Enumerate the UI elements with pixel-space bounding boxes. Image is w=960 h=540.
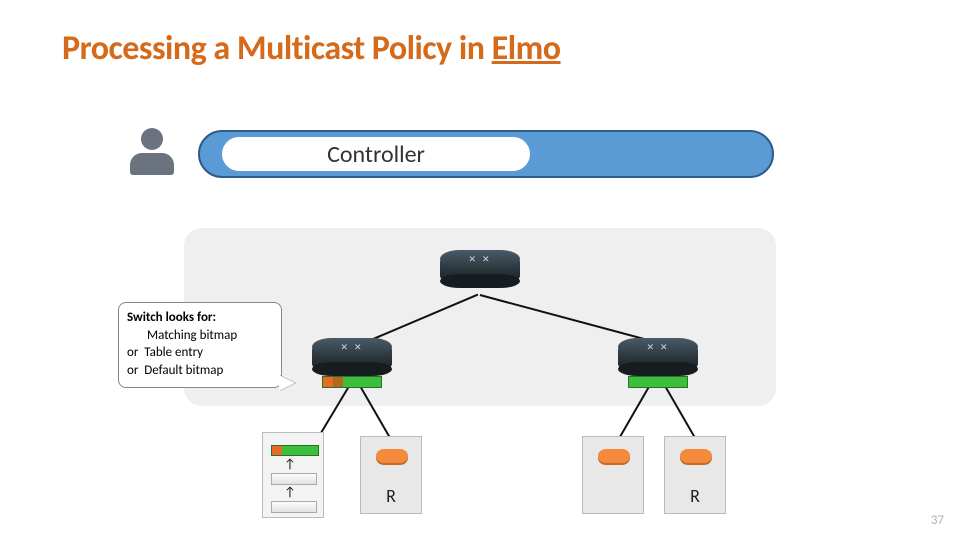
disk-icon bbox=[376, 449, 408, 463]
bitmap-right bbox=[628, 376, 688, 388]
packet-card bbox=[271, 473, 317, 485]
disk-icon bbox=[598, 449, 630, 463]
page-number: 37 bbox=[931, 513, 944, 528]
receiver-host: R bbox=[664, 436, 726, 514]
packet-header-bitmap bbox=[271, 445, 319, 456]
source-host: ↑ ↑ bbox=[262, 432, 324, 518]
agg-switch-right-icon: ✕ ✕ bbox=[618, 338, 698, 374]
disk-icon bbox=[680, 449, 712, 463]
core-switch-icon: ✕ ✕ bbox=[440, 250, 520, 286]
agg-switch-left-icon: ✕ ✕ bbox=[312, 338, 392, 374]
switch-lookup-callout: Switch looks for: Matching bitmap or Tab… bbox=[118, 302, 282, 388]
slide: Processing a Multicast Policy in Elmo Co… bbox=[0, 0, 960, 540]
callout-or1: or bbox=[127, 345, 138, 360]
title-text-b: Elmo bbox=[492, 28, 561, 69]
callout-heading: Switch looks for: bbox=[127, 310, 216, 325]
receiver-label: R bbox=[361, 485, 421, 507]
title-text-a: Processing a Multicast Policy in bbox=[62, 28, 492, 69]
controller-box: Controller bbox=[220, 135, 532, 173]
slide-title: Processing a Multicast Policy in Elmo bbox=[62, 28, 561, 69]
callout-or2: or bbox=[127, 363, 138, 378]
callout-line1: Matching bitmap bbox=[147, 328, 237, 343]
up-arrow-icon: ↑ bbox=[284, 485, 296, 500]
controller-label: Controller bbox=[327, 140, 425, 169]
packet-card bbox=[271, 501, 317, 513]
callout-line2: Table entry bbox=[144, 345, 203, 360]
bitmap-left bbox=[322, 376, 382, 388]
callout-line3: Default bitmap bbox=[144, 363, 223, 378]
receiver-host bbox=[582, 436, 644, 514]
user-icon bbox=[130, 128, 174, 175]
up-arrow-icon: ↑ bbox=[284, 457, 296, 472]
receiver-label: R bbox=[665, 485, 725, 507]
receiver-host: R bbox=[360, 436, 422, 514]
